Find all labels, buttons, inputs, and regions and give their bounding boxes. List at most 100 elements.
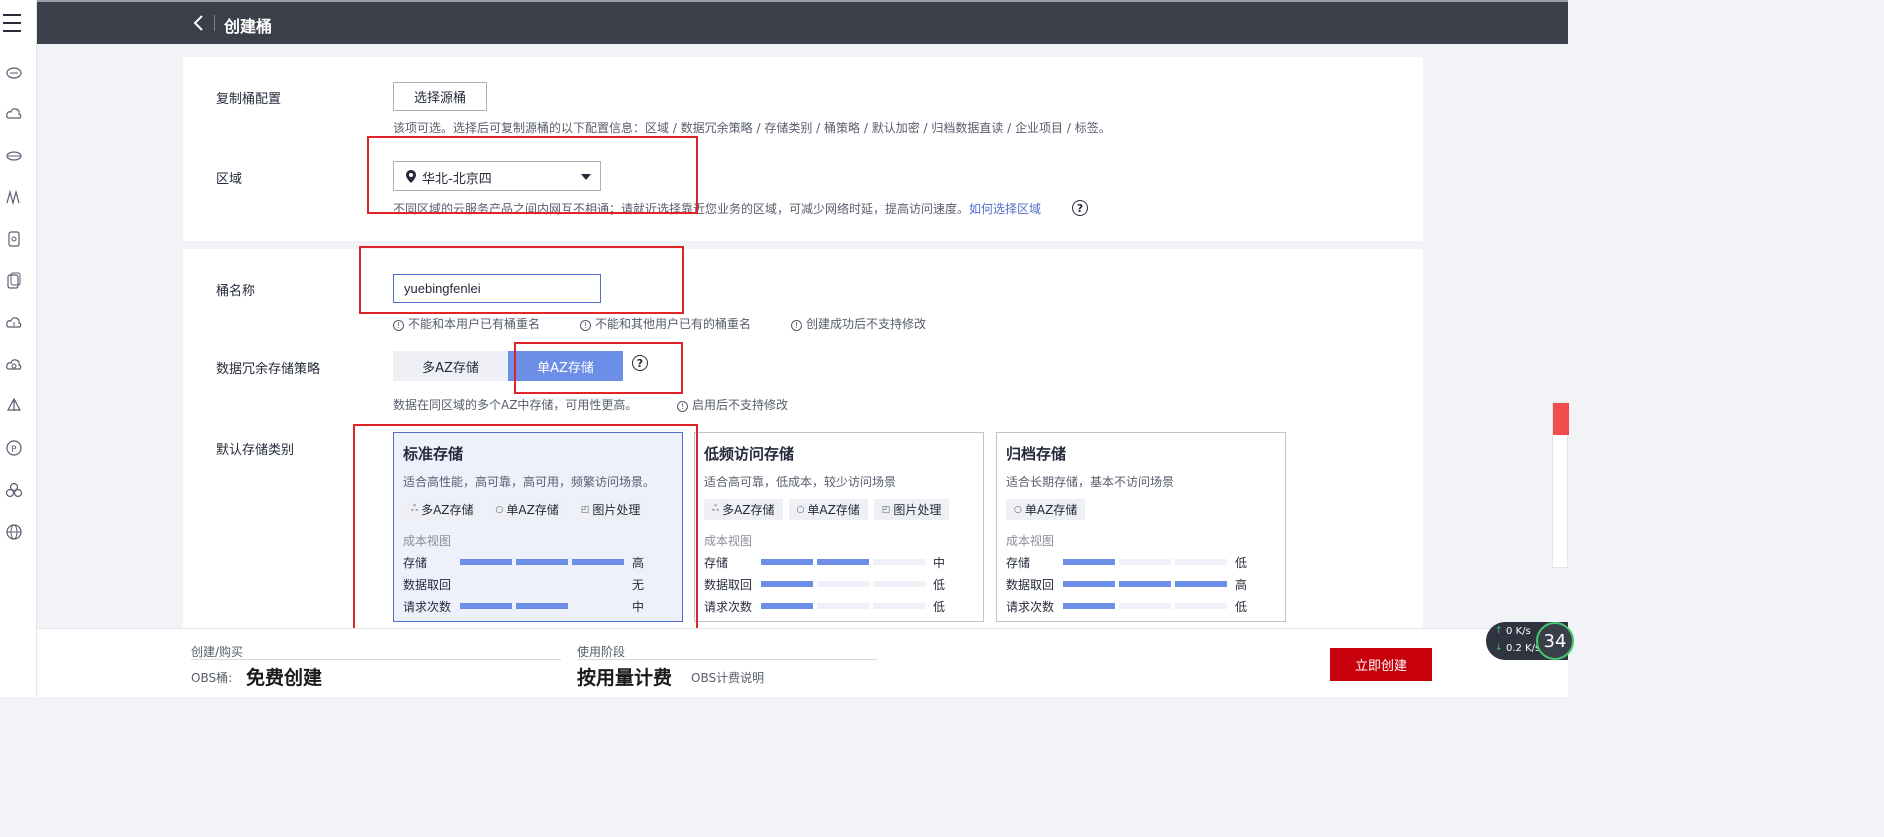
multi-az-button[interactable]: 多AZ存储: [393, 351, 508, 381]
upload-speed: 0 K/s: [1506, 626, 1531, 637]
storage-class-tags: ஃ 多AZ存储 ○ 单AZ存储 ◰ 图片处理: [704, 499, 950, 520]
help-icon[interactable]: ?: [1072, 200, 1088, 216]
storage-class-desc: 适合高性能，高可靠，高可用，频繁访问场景。: [403, 475, 656, 489]
cluster-icon[interactable]: [5, 481, 23, 499]
storage-class-card[interactable]: 归档存储 适合长期存储，基本不访问场景 ○ 单AZ存储 成本视图 存储低数据取回高请求次数…: [996, 432, 1286, 622]
cost-metric-row: 请求次数 低: [1006, 598, 1276, 614]
bucket-rule-3-text: 创建成功后不支持修改: [806, 317, 927, 331]
bucket-rule-3: ! 创建成功后不支持修改: [791, 315, 926, 332]
cost-level-bars: [460, 581, 624, 587]
feedback-icon[interactable]: [1553, 403, 1569, 435]
cloud-sync-icon[interactable]: [5, 356, 23, 374]
storage-tag-label: 单AZ存储: [1024, 503, 1078, 517]
cost-level-text: 中: [632, 600, 645, 614]
bucket-rule-1: ! 不能和本用户已有桶重名: [393, 315, 540, 332]
cost-level-bar: [460, 603, 512, 609]
menu-icon[interactable]: [3, 14, 21, 32]
obs-value: 免费创建: [246, 667, 323, 689]
cost-level-bar: [1175, 603, 1227, 609]
region-hint-text: 不同区域的云服务产品之间内网互不相通；请就近选择靠近您业务的区域，可减少网络时延…: [393, 202, 970, 216]
storage-tag-icon: ○: [796, 504, 805, 515]
location-pin-icon: [406, 170, 416, 183]
storage-tag-label: 多AZ存储: [421, 503, 474, 517]
back-arrow-icon[interactable]: [189, 13, 209, 33]
cost-level-bar: [1119, 581, 1171, 587]
footer-divider: [191, 659, 561, 660]
cost-level-bars: [761, 603, 925, 609]
right-floating-toolbar[interactable]: [1552, 402, 1569, 568]
network-icon[interactable]: [5, 188, 23, 206]
page-header: 创建桶: [37, 2, 1568, 44]
cost-view-label: 成本视图: [1006, 534, 1055, 548]
cloud-upload-icon[interactable]: [5, 314, 23, 332]
cost-level-bar: [1063, 603, 1115, 609]
cost-level-text: 高: [1235, 578, 1248, 592]
cloud-server-icon[interactable]: [5, 63, 23, 81]
database-icon[interactable]: [5, 230, 23, 248]
cost-metric-name: 数据取回: [403, 578, 452, 592]
upload-speed-value: 0: [1506, 626, 1513, 637]
sail-icon[interactable]: [5, 397, 23, 415]
header-divider: [214, 15, 215, 31]
cost-metric-row: 存储 低: [1006, 554, 1276, 570]
obs-label: OBS桶:: [191, 671, 233, 685]
cost-metric-name: 数据取回: [1006, 578, 1055, 592]
storage-tag: ○ 单AZ存储: [788, 499, 868, 520]
info-icon: !: [580, 320, 591, 331]
cpu-percent: 34: [1536, 622, 1574, 660]
storage-class-desc: 适合高可靠，低成本，较少访问场景: [704, 475, 897, 489]
cost-level-bar: [817, 581, 869, 587]
storage-tag: ◰ 图片处理: [572, 499, 649, 520]
region-select[interactable]: 华北-北京四: [393, 161, 601, 191]
cloud-icon[interactable]: [5, 105, 23, 123]
select-source-bucket-button[interactable]: 选择源桶: [393, 82, 487, 111]
storage-tag-icon: ○: [495, 504, 504, 515]
cost-level-bar: [460, 559, 512, 565]
cost-level-bar: [1063, 559, 1115, 565]
storage-tag: ◰ 图片处理: [873, 499, 950, 520]
cost-level-bar: [1175, 581, 1227, 587]
network-speed-widget: ↑ 0 K/s ↓ 0.2 K/s 34: [1486, 622, 1574, 660]
cost-metric-name: 请求次数: [704, 600, 753, 614]
storage-tag: ஃ 多AZ存储: [704, 499, 783, 520]
cost-level-bars: [460, 559, 624, 565]
database-copy-icon[interactable]: [5, 272, 23, 290]
how-to-choose-region-link[interactable]: 如何选择区域: [969, 202, 1041, 216]
storage-class-card[interactable]: 标准存储适合高性能，高可靠，高可用，频繁访问场景。 ஃ 多AZ存储 ○ 单AZ存储 ◰ 图片…: [393, 432, 683, 622]
storage-icon[interactable]: [5, 147, 23, 165]
cost-level-bar: [817, 559, 869, 565]
storage-tag-label: 图片处理: [592, 503, 641, 517]
cost-level-bar: [817, 603, 869, 609]
cost-level-bars: [1063, 603, 1227, 609]
cost-level-bars: [761, 581, 925, 587]
storage-class-tags: ○ 单AZ存储: [1006, 499, 1086, 520]
replicate-label: 复制桶配置: [216, 92, 282, 107]
storage-tag: ○ 单AZ存储: [487, 499, 567, 520]
usage-label: 使用阶段: [577, 645, 626, 659]
cost-level-bar: [761, 581, 813, 587]
download-speed-value: 0.2: [1506, 643, 1522, 654]
cost-metric-name: 请求次数: [403, 600, 452, 614]
storage-class-card[interactable]: 低频访问存储 适合高可靠，低成本，较少访问场景 ஃ 多AZ存储 ○ 单AZ存储 ◰ 图片处理成…: [694, 432, 984, 622]
storage-tag-icon: ◰: [881, 504, 891, 515]
footer-divider: [577, 659, 877, 660]
storage-class-title: 标准存储: [403, 445, 464, 463]
single-az-button[interactable]: 单AZ存储: [508, 351, 623, 381]
cost-level-bar: [572, 603, 624, 609]
cost-level-text: 低: [933, 600, 946, 614]
bucket-name-input[interactable]: [393, 274, 601, 303]
cost-level-text: 中: [933, 556, 946, 570]
cost-metric-name: 请求次数: [1006, 600, 1055, 614]
help-icon[interactable]: ?: [632, 355, 648, 371]
storage-tag-icon: ஃ: [411, 504, 419, 514]
billing-link[interactable]: OBS计费说明: [691, 669, 764, 686]
cost-metric-name: 存储: [403, 556, 428, 570]
parking-icon[interactable]: P: [5, 439, 23, 457]
cost-level-bar: [873, 559, 925, 565]
cost-level-bar: [516, 581, 568, 587]
create-now-button[interactable]: 立即创建: [1330, 648, 1432, 681]
download-arrow-icon: ↓: [1495, 643, 1503, 653]
cost-level-bar: [460, 581, 512, 587]
globe-icon[interactable]: [5, 523, 23, 541]
bucket-name-label: 桶名称: [216, 284, 256, 299]
